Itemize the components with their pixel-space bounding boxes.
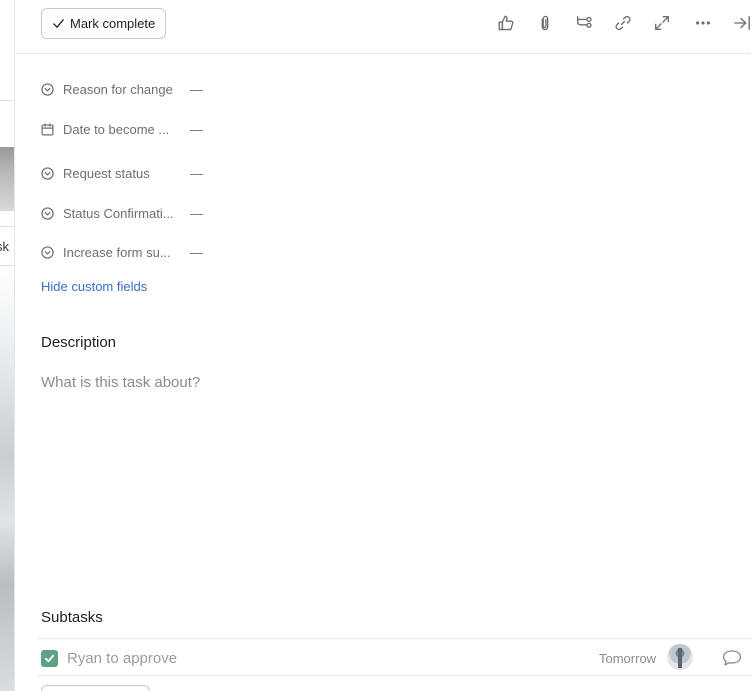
custom-field-label: Date to become ...: [63, 121, 170, 137]
mark-complete-button[interactable]: Mark complete: [41, 8, 166, 39]
custom-field-label: Reason for change: [63, 81, 173, 97]
background-image: [0, 147, 14, 211]
custom-field-label: Increase form su...: [63, 244, 171, 260]
chevron-circle-icon: [41, 206, 54, 220]
background-divider: [0, 100, 14, 101]
custom-field-label: Request status: [63, 165, 150, 181]
link-icon[interactable]: [612, 12, 634, 34]
custom-field-label: Status Confirmati...: [63, 205, 174, 221]
hide-custom-fields-link[interactable]: Hide custom fields: [41, 279, 147, 294]
description-input[interactable]: What is this task about?: [41, 374, 200, 391]
background-tab[interactable]: sk: [0, 226, 14, 266]
background-image: [0, 266, 14, 691]
custom-field-reason-for-change[interactable]: Reason for change —: [41, 79, 203, 99]
subtask-row[interactable]: Ryan to approve Tomorrow: [37, 638, 751, 676]
custom-field-increase-form[interactable]: Increase form su... —: [41, 242, 203, 262]
mark-complete-label: Mark complete: [70, 16, 156, 31]
custom-field-status-confirmation[interactable]: Status Confirmati... —: [41, 203, 203, 223]
background-tab-label: sk: [0, 239, 9, 254]
subtask-name[interactable]: Ryan to approve: [67, 650, 177, 667]
add-subtask-button[interactable]: [41, 685, 150, 691]
comment-icon[interactable]: [722, 649, 742, 667]
avatar[interactable]: [667, 644, 693, 670]
thumbs-up-icon[interactable]: [495, 12, 517, 34]
task-toolbar: Mark complete: [15, 0, 751, 54]
expand-icon[interactable]: [651, 12, 673, 34]
check-icon: [44, 654, 55, 663]
chevron-circle-icon: [41, 166, 54, 180]
subtasks-heading: Subtasks: [41, 609, 103, 626]
custom-field-value[interactable]: —: [190, 166, 203, 181]
custom-field-request-status[interactable]: Request status —: [41, 163, 203, 183]
custom-field-value[interactable]: —: [190, 206, 203, 221]
subtask-checkbox[interactable]: [41, 650, 58, 667]
calendar-icon: [41, 122, 54, 136]
custom-field-date-to-become[interactable]: Date to become ... —: [41, 119, 203, 139]
task-detail-panel: Mark complete Reason for change — Date t…: [15, 0, 751, 691]
custom-field-value[interactable]: —: [190, 245, 203, 260]
close-panel-icon[interactable]: [731, 12, 751, 34]
description-heading: Description: [41, 334, 117, 351]
custom-field-value[interactable]: —: [190, 122, 203, 137]
attachment-icon[interactable]: [534, 12, 556, 34]
background-app: sk: [0, 0, 15, 691]
subtask-due-date[interactable]: Tomorrow: [599, 651, 656, 666]
more-icon[interactable]: [692, 12, 714, 34]
custom-field-value[interactable]: —: [190, 82, 203, 97]
chevron-circle-icon: [41, 82, 54, 96]
check-icon: [53, 19, 64, 28]
subtask-icon[interactable]: [573, 12, 595, 34]
chevron-circle-icon: [41, 245, 54, 259]
